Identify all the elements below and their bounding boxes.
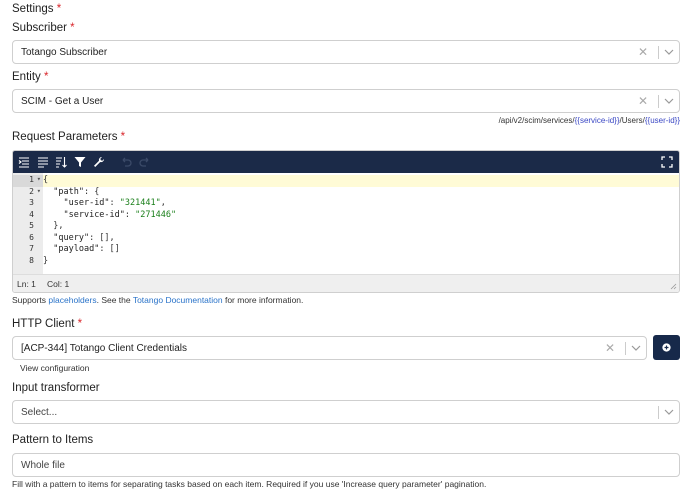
- code-line: {: [43, 175, 679, 187]
- totango-documentation-link[interactable]: Totango Documentation: [133, 295, 223, 305]
- input-transformer-select[interactable]: Select...: [12, 400, 680, 424]
- http-client-label: HTTP Client *: [12, 318, 82, 330]
- add-http-client-button[interactable]: [653, 335, 680, 360]
- select-separator: [658, 95, 659, 108]
- settings-title: Settings *: [12, 3, 61, 15]
- filter-icon[interactable]: [74, 156, 86, 168]
- code-line: "path": {: [53, 186, 100, 197]
- line-number-gutter: 1 ▾ 2 ▾ 3 4 5 6 7 8: [13, 173, 43, 275]
- request-parameters-label: Request Parameters *: [12, 131, 125, 143]
- code-line: "query": [],: [53, 232, 115, 243]
- code-line: "payload": []: [53, 244, 120, 254]
- http-client-label-text: HTTP Client: [12, 318, 75, 330]
- format-icon[interactable]: [18, 156, 30, 168]
- placeholders-link[interactable]: placeholders: [48, 295, 96, 305]
- sort-icon[interactable]: [55, 156, 67, 168]
- request-parameters-label-text: Request Parameters: [12, 131, 118, 143]
- input-transformer-label: Input transformer: [12, 382, 100, 394]
- required-asterisk: *: [120, 131, 126, 143]
- entity-label: Entity *: [12, 71, 48, 83]
- line-number: 1 ▾: [13, 175, 43, 187]
- status-column: Col: 1: [47, 279, 70, 289]
- required-asterisk: *: [56, 3, 62, 15]
- endpoint-path: /api/v2/scim/services/{{service-id}}/Use…: [499, 116, 680, 125]
- chevron-down-icon[interactable]: [664, 407, 674, 417]
- http-client-select-value: [ACP-344] Totango Client Credentials: [21, 343, 188, 354]
- json-editor[interactable]: 1 ▾ 2 ▾ 3 4 5 6 7 8 { "path": { "user-id":…: [12, 150, 680, 293]
- endpoint-variable: {{user-id}}: [644, 116, 680, 125]
- resize-handle-icon[interactable]: [670, 283, 677, 290]
- compact-icon[interactable]: [37, 156, 49, 168]
- undo-icon[interactable]: [120, 156, 132, 168]
- required-asterisk: *: [43, 71, 49, 83]
- wrench-icon[interactable]: [93, 156, 105, 168]
- pattern-to-items-input[interactable]: [13, 454, 679, 476]
- required-asterisk: *: [77, 318, 83, 330]
- subscriber-select-value: Totango Subscriber: [21, 47, 108, 58]
- http-client-select[interactable]: [ACP-344] Totango Client Credentials ✕: [12, 336, 647, 360]
- required-asterisk: *: [70, 22, 75, 34]
- fold-arrow-icon[interactable]: ▾: [37, 175, 41, 183]
- plus-circle-icon: [662, 343, 671, 352]
- status-line: Ln: 1: [17, 279, 36, 289]
- entity-label-text: Entity: [12, 71, 41, 83]
- chevron-down-icon[interactable]: [631, 343, 641, 353]
- chevron-down-icon[interactable]: [664, 96, 674, 106]
- subscriber-label: Subscriber *: [12, 22, 75, 34]
- placeholders-help: Supports placeholders. See the Totango D…: [12, 295, 304, 305]
- redo-icon[interactable]: [139, 156, 151, 168]
- pattern-to-items-label: Pattern to Items: [12, 434, 94, 446]
- code-area[interactable]: { "path": { "user-id": "321441", "servic…: [43, 173, 679, 275]
- pattern-to-items-field[interactable]: [12, 453, 680, 477]
- subscriber-label-text: Subscriber: [12, 22, 67, 34]
- chevron-down-icon[interactable]: [664, 47, 674, 57]
- clear-icon[interactable]: ✕: [605, 341, 615, 355]
- endpoint-variable: {{service-id}}: [574, 116, 620, 125]
- select-separator: [658, 406, 659, 419]
- code-line: }: [43, 255, 49, 266]
- subscriber-select[interactable]: Totango Subscriber ✕: [12, 40, 680, 64]
- code-line: },: [43, 221, 64, 231]
- code-line: "user-id": "321441",: [63, 198, 166, 208]
- editor-toolbar: [13, 151, 679, 173]
- clear-icon[interactable]: ✕: [638, 45, 648, 59]
- endpoint-part: /api/v2/scim/services/: [498, 116, 575, 125]
- input-transformer-placeholder: Select...: [21, 407, 58, 418]
- select-separator: [658, 46, 659, 59]
- settings-title-text: Settings: [12, 3, 54, 15]
- pattern-to-items-hint: Fill with a pattern to items for separat…: [12, 479, 487, 489]
- fullscreen-icon[interactable]: [661, 156, 673, 168]
- code-line: "service-id": "271446": [63, 209, 177, 220]
- view-configuration-link[interactable]: View configuration: [20, 363, 89, 373]
- fold-arrow-icon[interactable]: ▾: [37, 187, 41, 195]
- entity-select[interactable]: SCIM - Get a User ✕: [12, 89, 680, 113]
- clear-icon[interactable]: ✕: [638, 94, 648, 108]
- endpoint-part: /Users/: [619, 116, 645, 125]
- entity-select-value: SCIM - Get a User: [21, 96, 104, 107]
- select-separator: [625, 342, 626, 355]
- editor-status-bar: Ln: 1 Col: 1: [13, 274, 679, 292]
